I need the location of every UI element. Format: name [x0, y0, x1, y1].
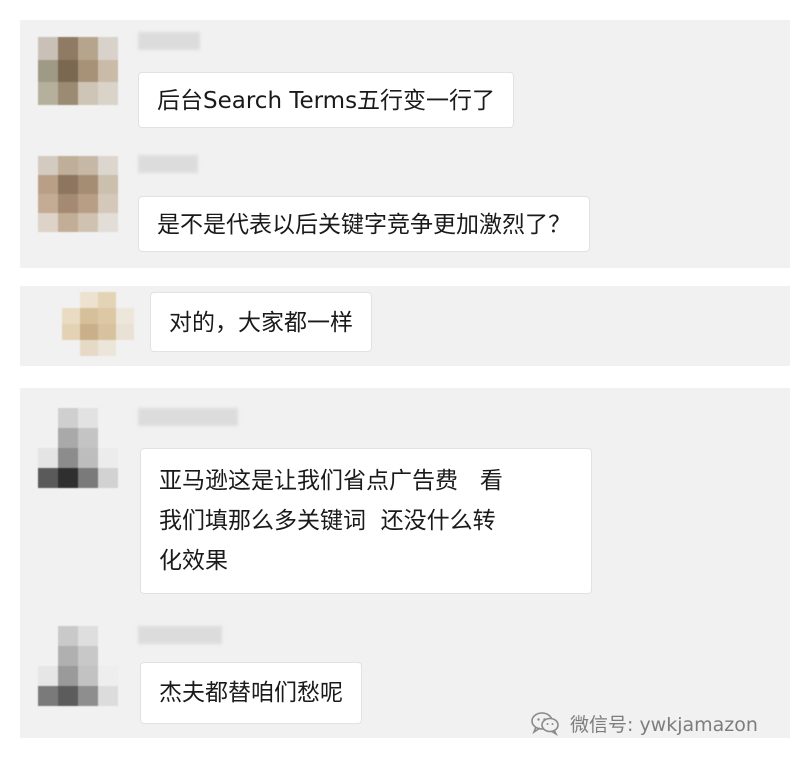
sender-name-blurred: [138, 155, 198, 173]
message-text-line: 亚马逊这是让我们省点广告费 看: [159, 468, 503, 494]
watermark-text: 微信号: ywkjamazon: [570, 713, 758, 736]
sender-name-blurred: [138, 408, 238, 426]
sender-name-blurred: [138, 32, 200, 50]
avatar: [38, 156, 118, 232]
message-bubble[interactable]: 是不是代表以后关键字竞争更加激烈了？: [138, 196, 590, 252]
avatar: [62, 292, 134, 356]
message-bubble[interactable]: 杰夫都替咱们愁呢: [140, 662, 362, 724]
message-text-line: 我们填那么多关键词 还没什么转: [159, 508, 496, 534]
sender-name-blurred: [138, 626, 222, 644]
avatar: [38, 408, 118, 488]
avatar: [38, 37, 118, 105]
message-text: 对的，大家都一样: [169, 310, 353, 336]
avatar: [38, 626, 118, 706]
message-bubble[interactable]: 对的，大家都一样: [150, 292, 372, 352]
message-text: 后台Search Terms五行变一行了: [157, 88, 496, 114]
message-text: 是不是代表以后关键字竞争更加激烈了？: [157, 212, 571, 238]
message-text: 杰夫都替咱们愁呢: [159, 680, 343, 706]
watermark: 微信号: ywkjamazon: [530, 708, 758, 738]
message-bubble[interactable]: 亚马逊这是让我们省点广告费 看 我们填那么多关键词 还没什么转 化效果: [140, 448, 592, 594]
message-bubble[interactable]: 后台Search Terms五行变一行了: [138, 72, 515, 128]
chat-screenshot: 后台Search Terms五行变一行了 是不是代表以后关键字竞争更加激烈了？ …: [0, 0, 790, 758]
chat-panel-2: [20, 286, 790, 366]
wechat-icon: [531, 712, 559, 736]
message-text-line: 化效果: [159, 548, 228, 574]
